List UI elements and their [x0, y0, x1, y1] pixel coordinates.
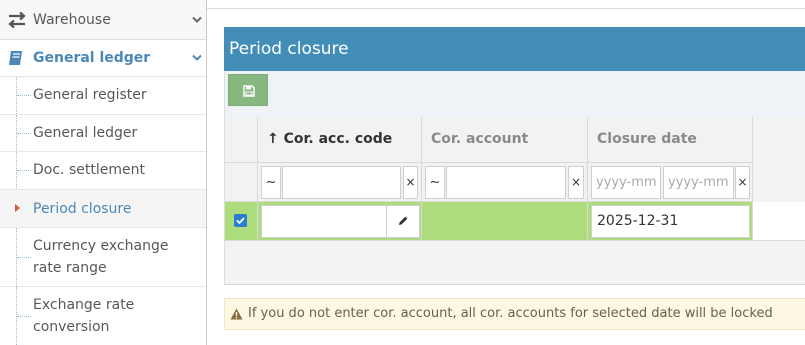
sidebar: Warehouse General ledger General registe… [0, 0, 207, 345]
chevron-down-icon [192, 54, 202, 61]
sidebar-item-label: Period closure [33, 201, 132, 217]
column-header-cor-account[interactable]: Cor. account [422, 117, 588, 163]
floppy-disk-icon [243, 85, 255, 97]
tree-tick [17, 95, 31, 96]
sidebar-item-currency-exchange-rate-range[interactable]: Currency exchange rate range [0, 228, 206, 287]
content-top-border [207, 0, 805, 9]
filter-operator-button[interactable]: ~ [425, 166, 445, 199]
clear-filter-button[interactable]: × [735, 166, 750, 199]
column-header-label: Closure date [597, 131, 697, 147]
date-to-filter-input[interactable]: yyyy-mm [663, 166, 734, 199]
checkmark-icon [236, 217, 245, 225]
date-from-filter-input[interactable]: yyyy-mm [591, 166, 661, 199]
filter-cell-closure-date: yyyy-mm yyyy-mm × [588, 163, 753, 202]
nav-warehouse-label: Warehouse [33, 11, 111, 28]
pencil-icon [399, 216, 408, 225]
sort-ascending-icon: ↑ [267, 131, 279, 147]
cor-acc-code-header-text: Cor. acc. code [283, 131, 393, 147]
tree-tick [17, 170, 31, 171]
sidebar-item-label: Currency exchange rate range [33, 238, 169, 276]
panel-title: Period closure [224, 27, 805, 71]
chevron-down-icon [192, 16, 202, 23]
row-select-cell [225, 202, 258, 241]
closure-date-cell: 2025-12-31 [588, 202, 753, 241]
general-ledger-submenu: General register General ledger Doc. set… [0, 77, 206, 345]
warning-text: If you do not enter cor. account, all co… [248, 306, 773, 321]
cor-acc-code-filter-input[interactable] [282, 166, 401, 199]
cor-acc-code-input[interactable] [261, 205, 420, 238]
sidebar-item-label: General register [33, 87, 147, 103]
sidebar-item-label: Doc. settlement [33, 162, 145, 178]
clear-filter-button[interactable]: × [403, 166, 418, 199]
column-header-label: ↑ Cor. acc. code [267, 117, 392, 162]
toolbar [224, 71, 805, 117]
book-icon [9, 51, 22, 65]
row-filler [753, 202, 805, 241]
header-select-cell [225, 117, 258, 163]
nav-general-ledger-label: General ledger [33, 50, 151, 66]
sidebar-item-label: Exchange rate conversion [33, 297, 135, 335]
filter-cell-cor-account: ~ × [422, 163, 588, 202]
sidebar-item-period-closure[interactable]: Period closure [0, 190, 206, 228]
save-button[interactable] [228, 74, 268, 106]
sidebar-item-doc-settlement[interactable]: Doc. settlement [0, 152, 206, 190]
filter-select-cell [225, 163, 258, 202]
cor-account-cell[interactable] [422, 202, 588, 241]
edit-button[interactable] [386, 206, 419, 237]
clear-filter-button[interactable]: × [568, 166, 584, 199]
nav-general-ledger[interactable]: General ledger [0, 40, 206, 77]
nav-warehouse[interactable]: Warehouse [0, 0, 206, 40]
sidebar-item-general-ledger[interactable]: General ledger [0, 115, 206, 152]
sidebar-item-exchange-rate-conversion[interactable]: Exchange rate conversion [0, 287, 206, 345]
column-header-closure-date[interactable]: Closure date [588, 117, 753, 163]
warning-alert: If you do not enter cor. account, all co… [224, 298, 805, 330]
closure-date-input[interactable]: 2025-12-31 [591, 205, 750, 238]
active-caret-icon [15, 204, 20, 212]
column-header-label: Cor. account [431, 131, 529, 147]
filter-operator-button[interactable]: ~ [261, 166, 281, 199]
sidebar-item-label: General ledger [33, 125, 138, 141]
warning-triangle-icon [230, 308, 243, 320]
tree-tick [17, 316, 31, 317]
cor-account-filter-input[interactable] [446, 166, 566, 199]
exchange-arrows-icon [8, 11, 26, 28]
sidebar-item-general-register[interactable]: General register [0, 77, 206, 115]
row-checkbox[interactable] [234, 214, 247, 227]
tree-tick [17, 133, 31, 134]
cor-acc-code-cell [258, 202, 422, 241]
period-closure-grid: ↑ Cor. acc. code Cor. account Closure da… [224, 117, 805, 285]
tree-tick [17, 257, 31, 258]
filter-cell-cor-acc-code: ~ × [258, 163, 422, 202]
column-header-cor-acc-code[interactable]: ↑ Cor. acc. code [258, 117, 422, 163]
